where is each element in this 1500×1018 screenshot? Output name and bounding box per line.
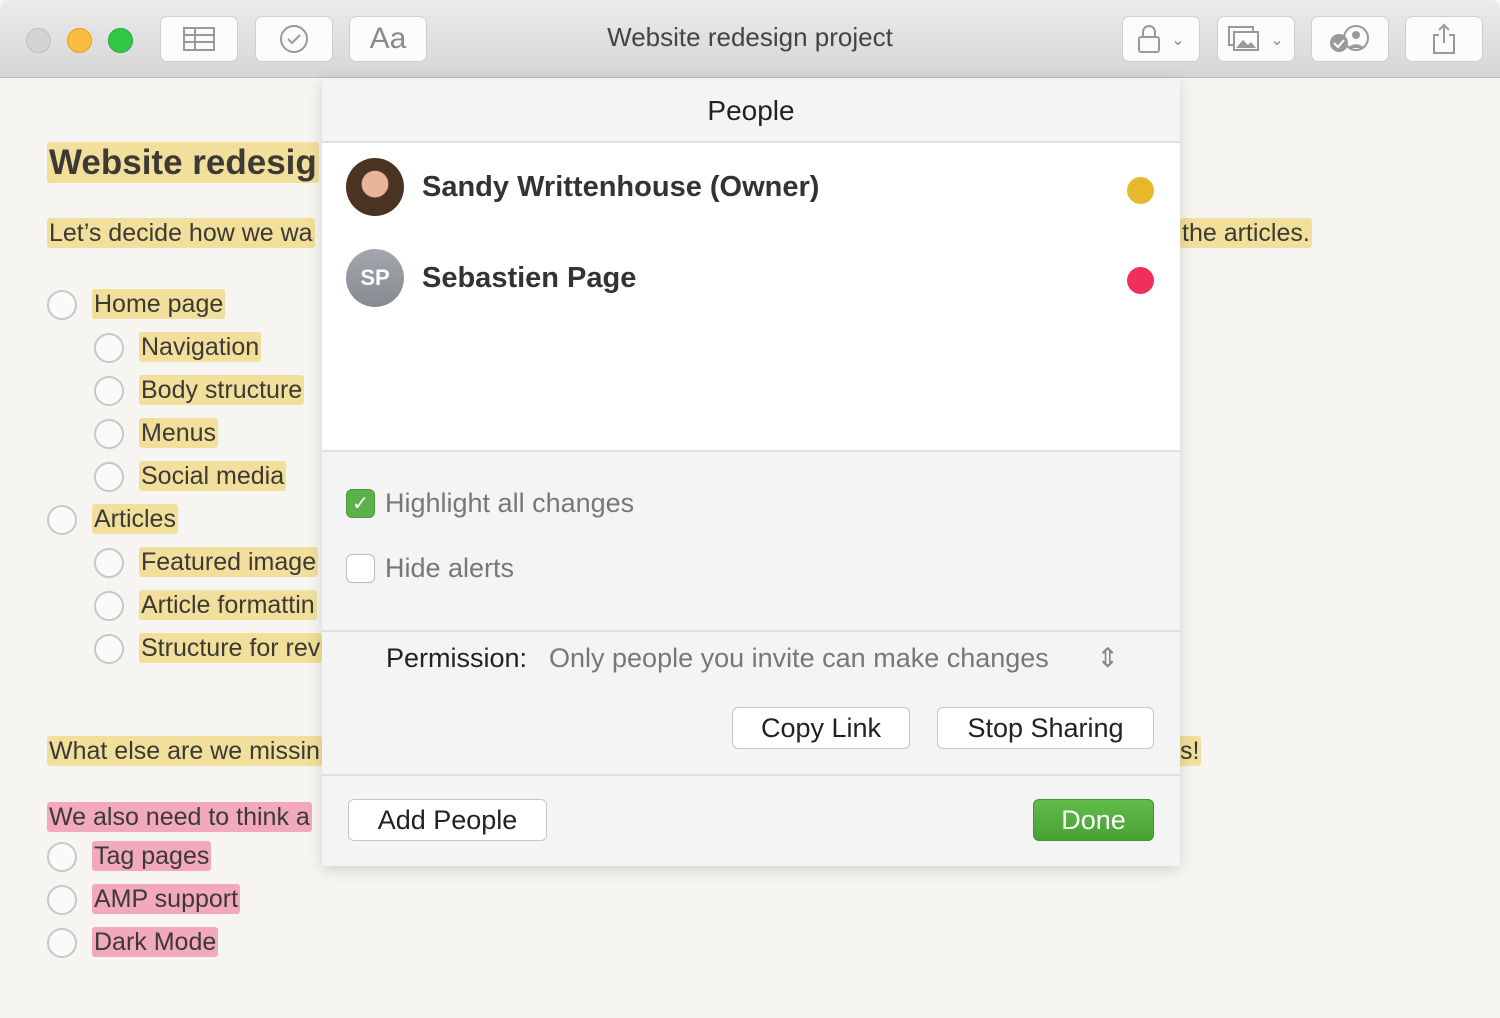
checklist-item: Menus <box>139 418 219 448</box>
checklist-item: Articles <box>92 504 178 534</box>
checklist-item: Article formattin <box>139 590 317 620</box>
checkbox-circle[interactable] <box>47 885 77 915</box>
collaborate-icon <box>1330 25 1369 52</box>
checkbox-label: Hide alerts <box>385 553 515 583</box>
note-also: We also need to think a <box>47 802 312 832</box>
person-name: Sebastien Page <box>422 261 637 294</box>
stop-sharing-button[interactable]: Stop Sharing <box>937 707 1154 749</box>
checkbox-circle[interactable] <box>94 591 124 621</box>
lock-button[interactable]: ⌄ <box>1122 16 1200 62</box>
checklist-item: Body structure <box>139 375 305 405</box>
note-title: Website redesig <box>47 142 319 183</box>
share-button[interactable] <box>1405 16 1483 62</box>
collaborate-button[interactable] <box>1311 16 1389 62</box>
highlight-changes-checkbox[interactable]: ✓ Highlight all changes <box>346 488 634 519</box>
add-people-button[interactable]: Add People <box>348 799 547 841</box>
title-bar: Aa Website redesign project ⌄ ⌄ <box>0 0 1500 78</box>
people-sheet: People Sandy Writtenhouse (Owner) SP Seb… <box>322 78 1180 866</box>
lock-icon <box>1138 25 1161 53</box>
avatar: SP <box>346 249 404 307</box>
hide-alerts-checkbox[interactable]: Hide alerts <box>346 553 514 584</box>
checklist-item: Navigation <box>139 332 262 362</box>
checklist-item: AMP support <box>92 884 241 914</box>
checklist-item: Featured image <box>139 547 319 577</box>
checkbox-circle[interactable] <box>94 376 124 406</box>
checkbox-circle[interactable] <box>47 505 77 535</box>
checkbox-circle[interactable] <box>47 290 77 320</box>
sheet-title: People <box>322 78 1180 143</box>
permission-select[interactable]: Only people you invite can make changes … <box>549 643 1119 674</box>
avatar <box>346 158 404 216</box>
person-row[interactable]: Sandy Writtenhouse (Owner) <box>346 158 819 216</box>
person-name: Sandy Writtenhouse (Owner) <box>422 170 820 203</box>
done-button[interactable]: Done <box>1033 799 1154 841</box>
checklist-item: Dark Mode <box>92 927 219 957</box>
chevron-down-icon: ⌄ <box>1171 29 1185 49</box>
person-row[interactable]: SP Sebastien Page <box>346 249 636 307</box>
checkbox-circle[interactable] <box>47 928 77 958</box>
checklist-item: Structure for rev <box>139 633 323 663</box>
checkmark-icon: ✓ <box>346 489 375 518</box>
checkbox-circle[interactable] <box>94 462 124 492</box>
people-list: Sandy Writtenhouse (Owner) SP Sebastien … <box>322 143 1180 452</box>
chevron-down-icon: ⌄ <box>1270 29 1284 49</box>
checkbox-circle[interactable] <box>94 333 124 363</box>
permission-label: Permission: <box>386 643 528 673</box>
person-color-dot <box>1127 267 1154 294</box>
checklist-item: Social media <box>139 461 287 491</box>
copy-link-button[interactable]: Copy Link <box>732 707 910 749</box>
checkbox-circle[interactable] <box>94 634 124 664</box>
divider <box>322 774 1180 776</box>
checkbox-box <box>346 554 375 583</box>
checklist-item: Tag pages <box>92 841 212 871</box>
checkbox-circle[interactable] <box>47 842 77 872</box>
note-intro: Let’s decide how we wa <box>47 218 315 248</box>
media-button[interactable]: ⌄ <box>1217 16 1295 62</box>
share-icon <box>1433 23 1455 54</box>
checkbox-label: Highlight all changes <box>385 488 635 518</box>
person-color-dot <box>1127 177 1154 204</box>
permission-value: Only people you invite can make changes <box>549 643 1049 673</box>
note-question: What else are we missin <box>47 736 322 766</box>
divider <box>322 630 1180 632</box>
checkbox-circle[interactable] <box>94 419 124 449</box>
photo-icon <box>1228 26 1260 51</box>
note-intro-end: the articles. <box>1180 218 1312 248</box>
note-question-end: s! <box>1178 736 1202 766</box>
up-down-chevron-icon: ⇕ <box>1096 643 1119 673</box>
checklist-item: Home page <box>92 289 226 319</box>
checkbox-circle[interactable] <box>94 548 124 578</box>
